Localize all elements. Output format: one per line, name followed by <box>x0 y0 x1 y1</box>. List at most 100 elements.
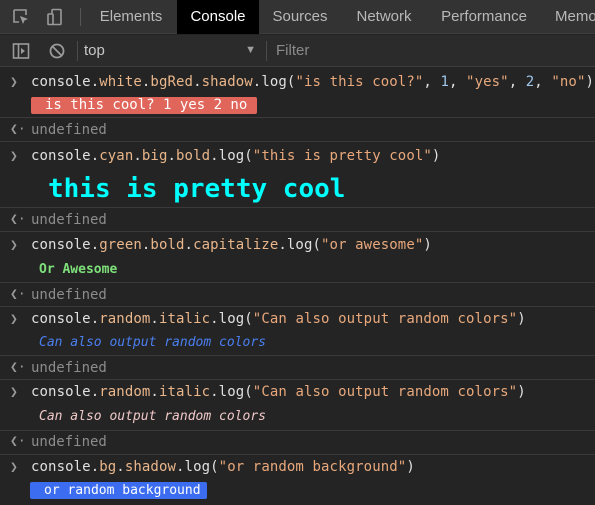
return-value: undefined <box>31 360 107 376</box>
chevron-right-icon: ❯ <box>10 312 18 327</box>
code-token: . <box>90 148 100 164</box>
chevron-right-icon: ❯ <box>10 238 18 253</box>
code-token: . <box>184 237 194 253</box>
tab-memory[interactable]: Memo <box>541 0 595 34</box>
code-token: console <box>31 148 91 164</box>
console-return-entry: ❮· undefined <box>0 357 595 380</box>
code-token: shadow <box>124 459 177 475</box>
code-token: ) <box>517 384 526 400</box>
execution-context-value: top <box>84 42 105 59</box>
return-arrow-icon: ❮· <box>10 360 26 375</box>
code-token: "or random background" <box>218 459 407 475</box>
code-token: "this is pretty cool" <box>252 148 432 164</box>
code-token: . <box>176 459 185 475</box>
code-token: . <box>167 148 177 164</box>
command-text: console.random.italic.log("Can also outp… <box>31 311 526 327</box>
code-token: . <box>90 459 100 475</box>
code-token: log <box>218 148 245 164</box>
tab-performance[interactable]: Performance <box>427 0 541 34</box>
chevron-right-icon: ❯ <box>10 149 18 164</box>
code-token: "or awesome" <box>321 237 424 253</box>
code-token: ) <box>517 311 526 327</box>
chevron-right-icon: ❯ <box>10 385 18 400</box>
code-token: , <box>423 74 441 90</box>
filter-input[interactable] <box>276 38 595 63</box>
code-token: log <box>218 384 245 400</box>
code-token: shadow <box>201 74 253 90</box>
clear-console-icon[interactable] <box>42 35 72 66</box>
devtools-tab-bar: Elements Console Sources Network Perform… <box>0 0 595 34</box>
code-token: . <box>133 148 142 164</box>
styled-log-output: or random background <box>30 482 207 499</box>
console-return-entry: ❮· undefined <box>0 432 595 455</box>
styled-log-output: is this cool? 1 yes 2 no <box>31 97 258 114</box>
code-token: console <box>31 74 91 90</box>
return-value: undefined <box>31 122 107 138</box>
return-arrow-icon: ❮· <box>10 287 26 302</box>
code-token: . <box>90 384 100 400</box>
tab-console[interactable]: Console <box>177 0 259 34</box>
console-input-entry: ❯ console.random.italic.log("Can also ou… <box>0 381 595 431</box>
device-toolbar-icon[interactable] <box>40 0 70 34</box>
return-value: undefined <box>31 434 107 450</box>
code-token: bg <box>99 459 117 475</box>
show-sidebar-icon[interactable] <box>6 35 36 66</box>
code-token: log <box>261 74 287 90</box>
code-token: console <box>31 459 91 475</box>
code-token: ( <box>244 384 253 400</box>
tab-bar-divider <box>80 8 81 26</box>
code-token: green <box>99 237 142 253</box>
console-input-entry: ❯ console.cyan.big.bold.log("this is pre… <box>0 143 595 208</box>
return-arrow-icon: ❮· <box>10 212 26 227</box>
code-token: log <box>184 459 211 475</box>
code-token: , <box>448 74 467 90</box>
chevron-down-icon: ▼ <box>245 44 256 56</box>
tab-sources[interactable]: Sources <box>259 0 341 34</box>
code-token: . <box>278 237 287 253</box>
code-token: ) <box>585 74 595 90</box>
code-token: . <box>193 74 202 90</box>
code-token: . <box>90 74 100 90</box>
toolbar-divider <box>77 41 78 61</box>
code-token: . <box>210 148 219 164</box>
return-value: undefined <box>31 287 107 303</box>
console-return-entry: ❮· undefined <box>0 119 595 142</box>
code-token: console <box>31 237 91 253</box>
code-token: bold <box>176 148 211 164</box>
tab-elements[interactable]: Elements <box>86 0 176 34</box>
code-token: 1 <box>440 74 449 90</box>
code-token: big <box>141 148 168 164</box>
code-token: bgRed <box>150 74 194 90</box>
code-token: "Can also output random colors" <box>252 311 518 327</box>
execution-context-select[interactable]: top ▼ <box>84 35 256 66</box>
chevron-right-icon: ❯ <box>10 75 18 90</box>
tab-network[interactable]: Network <box>341 0 427 34</box>
code-token: "yes" <box>466 74 509 90</box>
styled-log-output: Can also output random colors <box>39 335 266 350</box>
code-token: . <box>90 311 100 327</box>
code-token: log <box>218 311 245 327</box>
code-token: bold <box>150 237 185 253</box>
code-token: ) <box>431 148 441 164</box>
code-token: ) <box>423 237 432 253</box>
code-token: italic <box>158 311 211 327</box>
inspect-element-icon[interactable] <box>6 0 36 34</box>
console-input-entry: ❯ console.white.bgRed.shadow.log("is thi… <box>0 68 595 118</box>
code-token: log <box>286 237 313 253</box>
code-token: capitalize <box>193 237 279 253</box>
chevron-right-icon: ❯ <box>10 460 18 475</box>
styled-log-output: Or Awesome <box>39 262 118 277</box>
code-token: white <box>99 74 142 90</box>
console-return-entry: ❮· undefined <box>0 284 595 307</box>
command-text: console.white.bgRed.shadow.log("is this … <box>31 74 594 90</box>
code-token: "is this cool?" <box>295 74 424 90</box>
code-token: random <box>99 384 151 400</box>
code-token: . <box>150 311 159 327</box>
code-token: console <box>31 311 91 327</box>
code-token: ( <box>244 311 253 327</box>
toolbar-divider <box>266 41 267 61</box>
console-output: ❯ console.white.bgRed.shadow.log("is thi… <box>0 68 595 505</box>
console-input-entry: ❯ console.green.bold.capitalize.log("or … <box>0 233 595 283</box>
code-token: "no" <box>551 74 586 90</box>
command-text: console.cyan.big.bold.log("this is prett… <box>31 148 440 164</box>
